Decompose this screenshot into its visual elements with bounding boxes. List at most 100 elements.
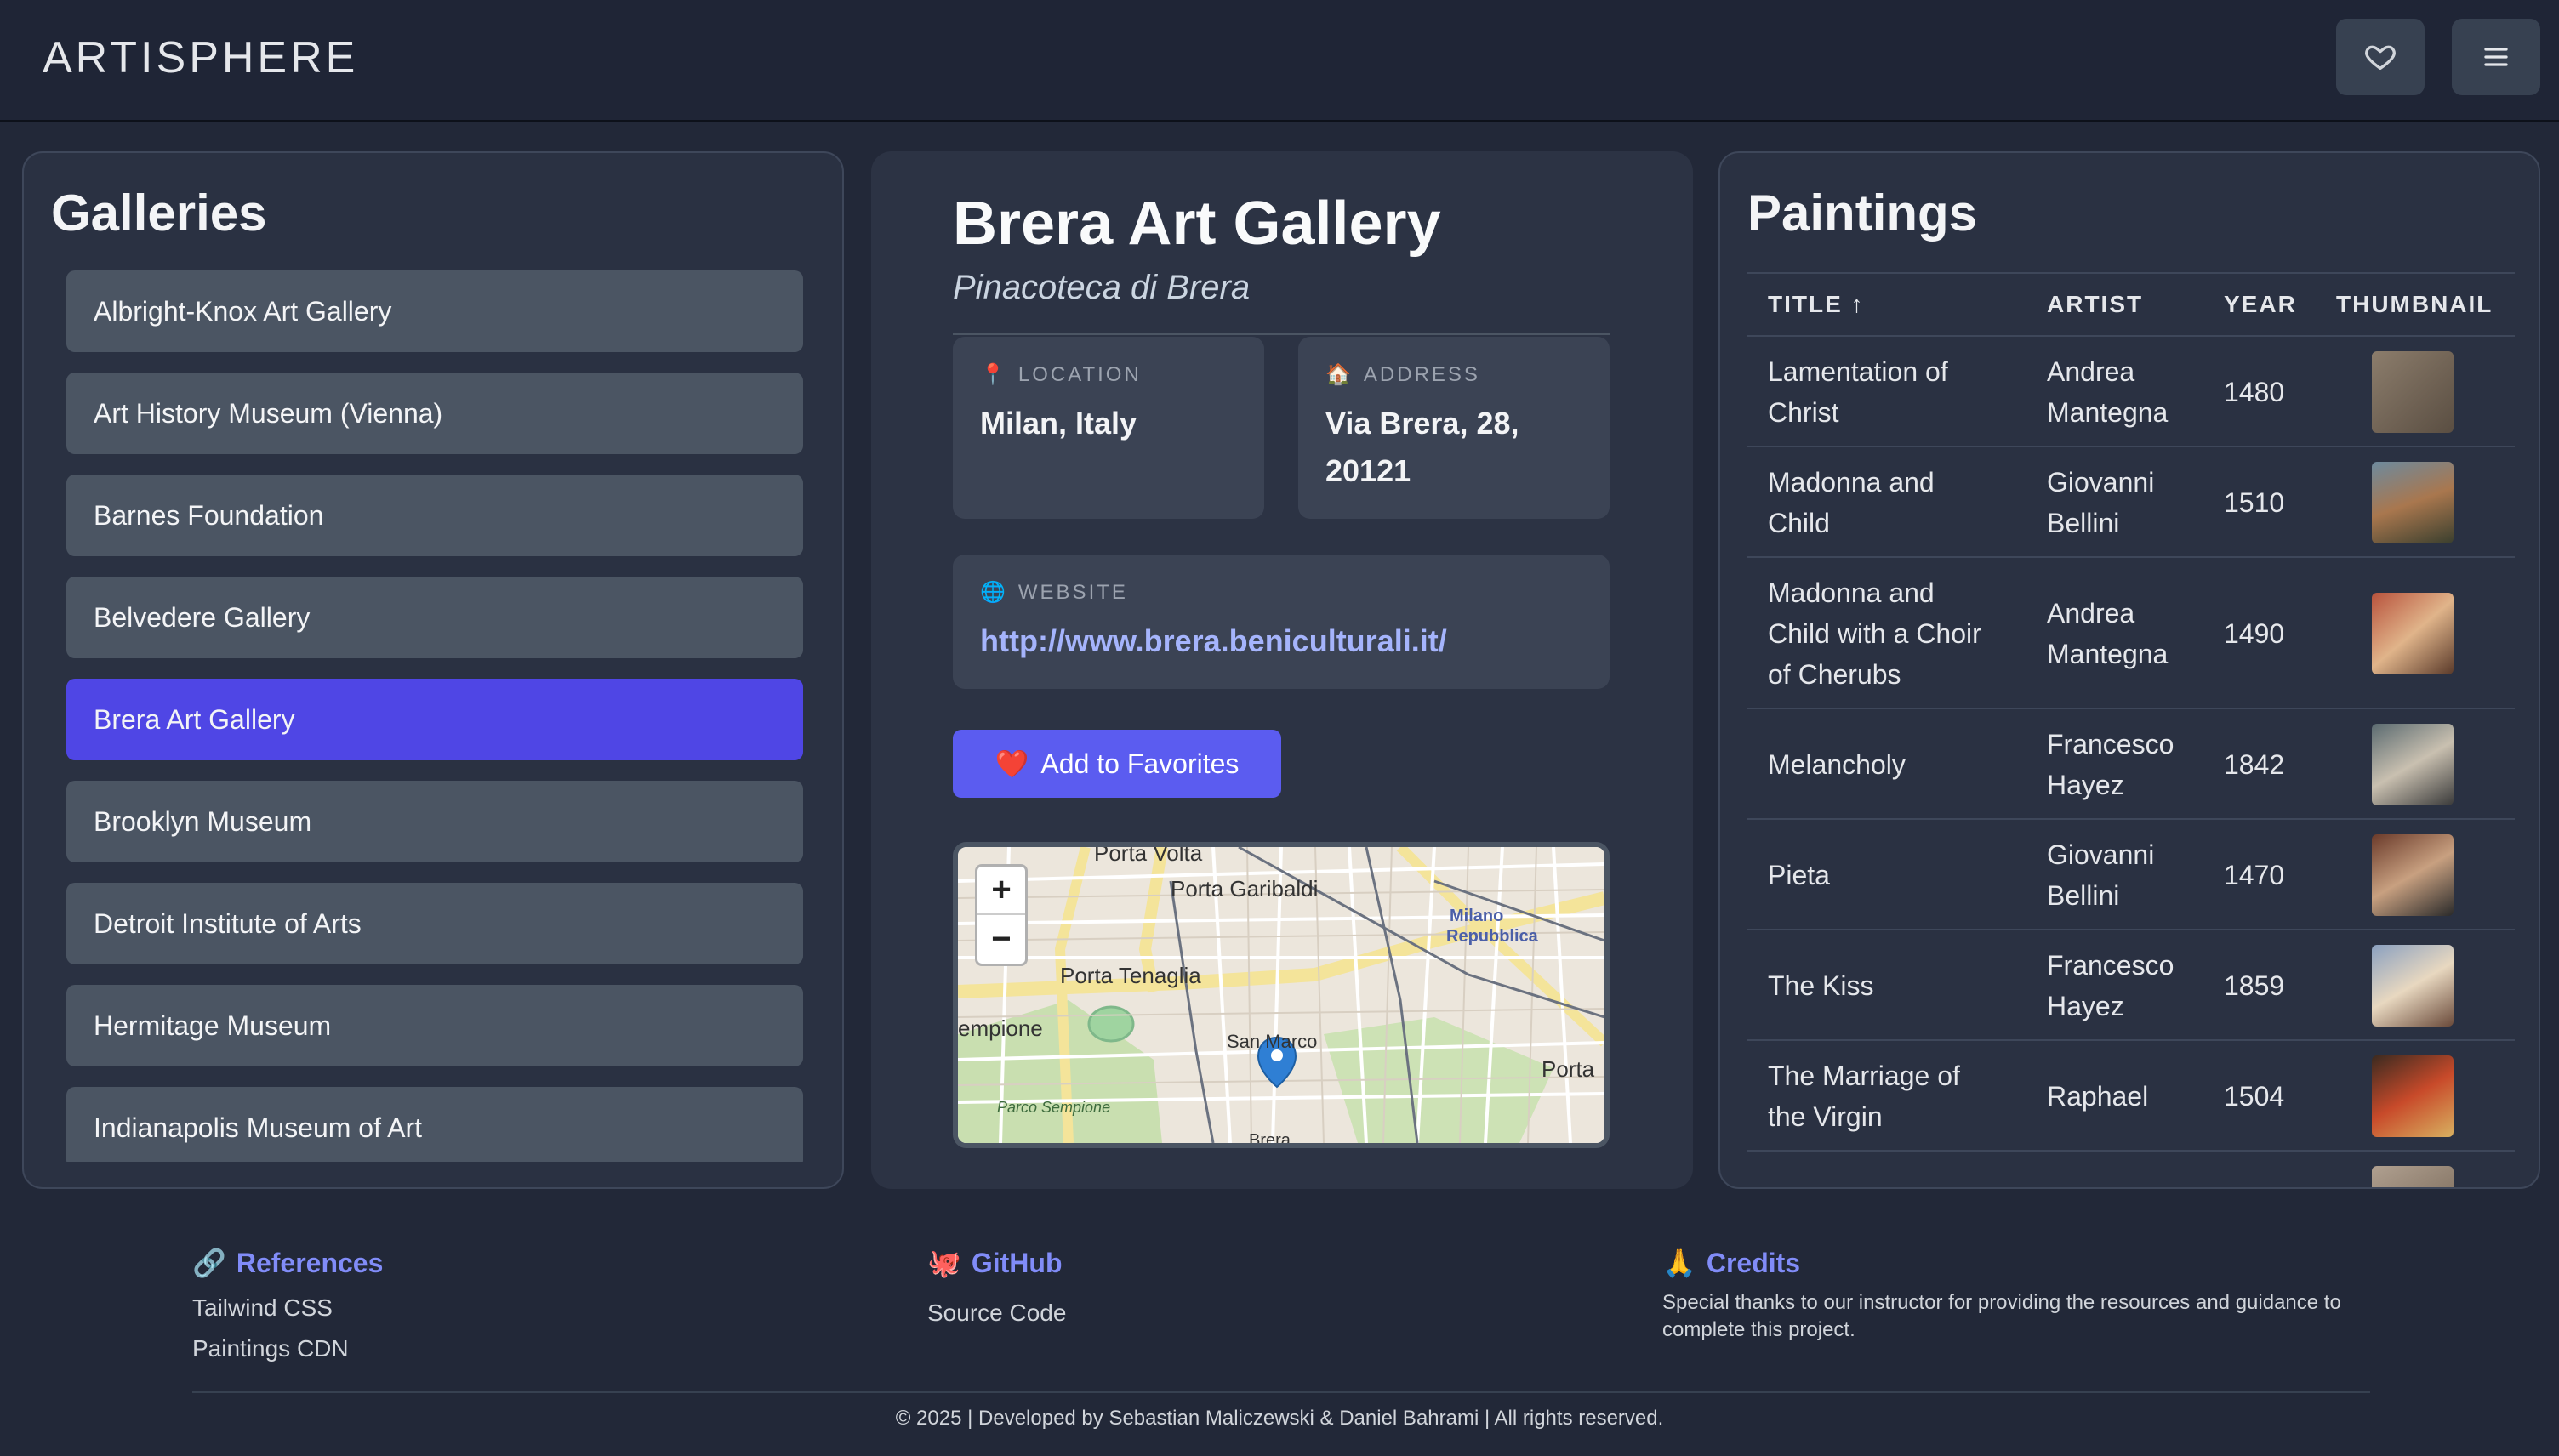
hamburger-menu-icon [2484,48,2508,66]
gallery-item[interactable]: Barnes Foundation [66,475,803,556]
map-label: empione [958,1015,1043,1041]
gallery-native-name: Pinacoteca di Brera [953,269,1251,306]
sort-ascending-icon: ↑ [1850,291,1865,317]
table-row[interactable]: The Kiss Francesco Hayez 1859 [1747,930,2515,1041]
gallery-item[interactable]: Albright-Knox Art Gallery [66,270,803,352]
references-heading: 🔗 References [192,1247,384,1279]
paintings-cdn-link[interactable]: Paintings CDN [192,1335,349,1362]
column-header-title[interactable]: TITLE ↑ [1768,291,1865,318]
painting-title: Melancholy [1768,749,1906,780]
painting-title: Lamentation of Christ [1768,356,1948,428]
credits-heading: 🙏 Credits [1662,1247,1801,1279]
gallery-item[interactable]: Detroit Institute of Arts [66,883,803,964]
tailwind-link[interactable]: Tailwind CSS [192,1294,333,1322]
painting-thumbnail[interactable] [2372,1166,2454,1187]
copyright: © 2025 | Developed by Sebastian Maliczew… [895,1407,1664,1430]
location-label: 📍 LOCATION [980,362,1142,387]
gallery-map[interactable]: + − Porta Volta Porta Garibaldi Milano R… [953,842,1610,1148]
painting-title: The Marriage of the Virgin [1768,1061,1960,1132]
painting-year: 1510 [2224,487,2285,518]
galleries-title: Galleries [51,185,267,242]
heart-icon: ❤️ [995,748,1029,779]
website-label: 🌐 WEBSITE [980,580,1128,605]
paintings-table[interactable]: TITLE ↑ ARTIST YEAR THUMBNAIL Lamentatio… [1747,272,2515,1187]
add-to-favorites-button[interactable]: ❤️ Add to Favorites [953,730,1281,798]
painting-title: The Virgin with [1768,1186,1947,1187]
painting-thumbnail[interactable] [2372,462,2454,543]
github-heading: 🐙 GitHub [927,1247,1063,1279]
painting-title: Pieta [1768,860,1830,890]
gallery-list[interactable]: Albright-Knox Art Gallery Art History Mu… [66,270,803,1162]
gallery-item[interactable]: Hermitage Museum [66,985,803,1066]
top-navbar: ARTISPHERE [0,0,2559,122]
location-card: 📍 LOCATION Milan, Italy [953,337,1264,519]
painting-artist: Giovanni Bellini [2047,839,2155,911]
map-label: Milano [1450,907,1504,925]
pin-icon: 📍 [980,363,1008,386]
painting-thumbnail[interactable] [2372,1055,2454,1137]
painting-thumbnail[interactable] [2372,834,2454,916]
column-header-thumbnail[interactable]: THUMBNAIL [2336,291,2493,318]
painting-year: 1480 [2224,377,2285,407]
column-header-year[interactable]: YEAR [2224,291,2297,318]
table-row[interactable]: Pieta Giovanni Bellini 1470 [1747,820,2515,930]
painting-title: Madonna and Child [1768,467,1935,538]
table-row[interactable]: Melancholy Francesco Hayez 1842 [1747,709,2515,820]
map-label: Brera [1249,1131,1291,1148]
gallery-item[interactable]: Indianapolis Museum of Art [66,1087,803,1162]
painting-thumbnail[interactable] [2372,724,2454,805]
zoom-out-button[interactable]: − [977,915,1025,964]
painting-artist: Andrea Mantegna [2047,356,2169,428]
app-logo[interactable]: ARTISPHERE [43,32,358,83]
gallery-item[interactable]: Art History Museum (Vienna) [66,373,803,454]
map-zoom-control: + − [975,864,1028,966]
painting-title: Madonna and Child with a Choir of Cherubs [1768,577,1981,690]
credits-text: Special thanks to our instructor for pro… [1662,1291,2341,1341]
source-code-link[interactable]: Source Code [927,1300,1066,1327]
painting-thumbnail[interactable] [2372,351,2454,433]
website-card: 🌐 WEBSITE http://www.brera.beniculturali… [953,555,1610,689]
divider [953,333,1610,335]
column-header-artist[interactable]: ARTIST [2047,291,2143,318]
map-label: Parco Sempione [997,1099,1111,1116]
octopus-icon: 🐙 [927,1248,961,1278]
painting-title: The Kiss [1768,970,1874,1001]
table-row[interactable]: Lamentation of Christ Andrea Mantegna 1480 [1747,337,2515,447]
location-value: Milan, Italy [980,406,1137,441]
map-label: Porta Volta [1094,842,1203,866]
painting-thumbnail[interactable] [2372,593,2454,674]
website-link[interactable]: http://www.brera.beniculturali.it/ [980,617,1447,665]
map-label: San Marco [1227,1031,1318,1052]
painting-artist: Raphael [2047,1081,2149,1112]
favorites-button[interactable] [2336,19,2425,95]
map-label: Porta [1542,1056,1595,1082]
heart-outline-icon [2365,45,2396,71]
painting-year: 1859 [2224,970,2285,1001]
table-row[interactable]: Madonna and Child with a Choir of Cherubs A… [1747,558,2515,709]
menu-button[interactable] [2452,19,2540,95]
painting-thumbnail[interactable] [2372,945,2454,1027]
painting-year: 1842 [2224,749,2285,780]
paintings-title: Paintings [1747,185,1978,242]
table-row[interactable]: The Virgin with [1747,1152,2515,1187]
globe-icon: 🌐 [980,581,1008,604]
gallery-item[interactable]: Brooklyn Museum [66,781,803,862]
table-row[interactable]: The Marriage of the Virgin Raphael 1504 [1747,1041,2515,1152]
house-icon: 🏠 [1325,363,1354,386]
table-row[interactable]: Madonna and Child Giovanni Bellini 1510 [1747,447,2515,558]
painting-artist: Francesco Hayez [2047,729,2174,800]
footer-divider [192,1391,2370,1393]
table-header: TITLE ↑ ARTIST YEAR THUMBNAIL [1747,272,2515,337]
galleries-panel: Galleries Albright-Knox Art Gallery Art … [22,151,844,1189]
address-card: 🏠 ADDRESS Via Brera, 28, 20121 [1298,337,1610,519]
zoom-in-button[interactable]: + [977,867,1025,915]
map-label: Porta Tenaglia [1060,963,1201,988]
paintings-panel: Paintings TITLE ↑ ARTIST YEAR THUMBNAIL … [1718,151,2540,1189]
gallery-detail-panel: Brera Art Gallery Pinacoteca di Brera 📍 … [871,151,1693,1189]
map-label: Porta Garibaldi [1171,876,1319,901]
gallery-name: Brera Art Gallery [953,190,1441,258]
gallery-item-selected[interactable]: Brera Art Gallery [66,679,803,760]
pray-icon: 🙏 [1662,1248,1696,1278]
gallery-item[interactable]: Belvedere Gallery [66,577,803,658]
link-icon: 🔗 [192,1248,226,1278]
